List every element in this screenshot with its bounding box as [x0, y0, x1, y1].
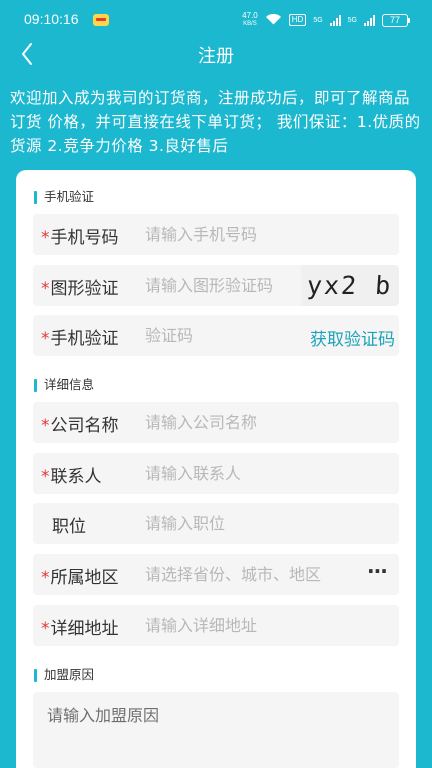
get-code-button[interactable]: 获取验证码 [310, 325, 395, 350]
required-mark: * [41, 619, 50, 639]
contact-label: *联系人 [41, 462, 141, 487]
network-speed-value: 47.0 [242, 11, 258, 20]
more-options-icon[interactable]: ··· [367, 561, 389, 584]
position-field: 职位 [33, 503, 399, 544]
captcha-image-text: yx2 b [305, 271, 394, 300]
required-mark: * [41, 416, 50, 436]
phone-field: *手机号码 [33, 214, 399, 255]
captcha-label: *图形验证 [41, 274, 141, 299]
section-title-details: 详细信息 [34, 377, 94, 393]
network-speed-unit: KB/S [243, 21, 257, 27]
company-field: *公司名称 [33, 402, 399, 443]
captcha-image[interactable]: yx2 b [301, 265, 399, 306]
phone-label-text: 手机号码 [50, 228, 119, 248]
intro-text: 欢迎加入成为我司的订货商，注册成功后，即可了解商品订货 价格，并可直接在线下单订… [10, 89, 421, 155]
status-indicators: 47.0 KB/S HD 5G 5G 77 [242, 12, 410, 28]
company-label-text: 公司名称 [50, 416, 119, 436]
address-field: *详细地址 [33, 605, 399, 646]
company-label: *公司名称 [41, 411, 141, 436]
region-field[interactable]: *所属地区 ··· [33, 554, 399, 595]
nav-bar: 注册 [0, 36, 432, 72]
register-form-card: 手机验证 *手机号码 *图形验证 yx2 b *手机验证 获取验证码 详细信息 … [16, 170, 416, 768]
position-label: 职位 [52, 517, 86, 537]
region-label: *所属地区 [41, 563, 141, 588]
network-speed: 47.0 KB/S [242, 12, 258, 28]
sms-code-input[interactable] [145, 315, 285, 356]
hd-badge: HD [288, 14, 307, 26]
sms-code-field: *手机验证 获取验证码 [33, 315, 399, 356]
net2-label: 5G [347, 16, 357, 24]
captcha-input[interactable] [145, 265, 295, 306]
signal-icon [329, 14, 341, 26]
net1-label: 5G [313, 16, 323, 24]
address-label: *详细地址 [41, 614, 141, 639]
section-title-reason: 加盟原因 [34, 667, 94, 683]
required-mark: * [41, 467, 50, 487]
address-input[interactable] [145, 605, 385, 646]
region-label-text: 所属地区 [50, 568, 119, 588]
position-input[interactable] [145, 503, 385, 544]
address-label-text: 详细地址 [50, 619, 119, 639]
captcha-field: *图形验证 yx2 b [33, 265, 399, 306]
captcha-label-text: 图形验证 [50, 279, 119, 299]
wifi-icon [265, 13, 282, 28]
contact-field: *联系人 [33, 453, 399, 494]
sms-code-label-text: 手机验证 [50, 329, 119, 349]
signal-icon-2 [364, 14, 375, 26]
company-input[interactable] [145, 402, 385, 443]
battery-icon: 77 [382, 13, 410, 27]
region-select[interactable] [145, 554, 367, 595]
required-mark: * [41, 329, 50, 349]
required-mark: * [41, 568, 50, 588]
section-title-phone-verify: 手机验证 [34, 189, 94, 205]
phone-label: *手机号码 [41, 223, 141, 248]
notification-app-icon [93, 14, 109, 26]
sms-code-label: *手机验证 [41, 324, 141, 349]
page-title: 注册 [198, 46, 234, 67]
phone-input[interactable] [145, 214, 385, 255]
required-mark: * [41, 279, 50, 299]
reason-textarea[interactable] [33, 692, 399, 768]
contact-input[interactable] [145, 453, 385, 494]
contact-label-text: 联系人 [50, 467, 102, 487]
status-time: 09:10:16 [24, 11, 79, 27]
status-bar: 09:10:16 47.0 KB/S HD 5G 5G 77 [0, 0, 432, 36]
required-mark: * [41, 228, 50, 248]
